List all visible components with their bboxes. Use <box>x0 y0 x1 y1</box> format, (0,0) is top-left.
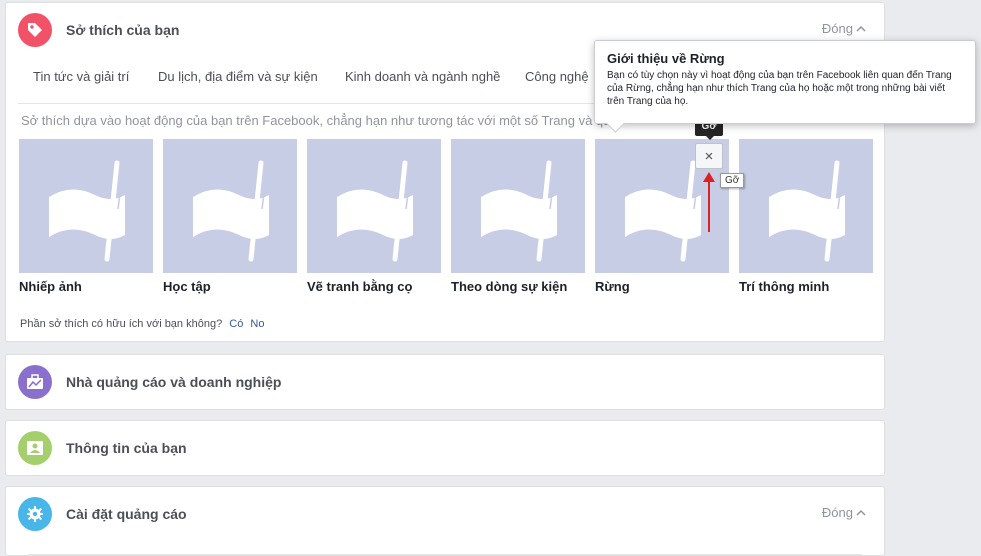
interest-tile[interactable]: Học tập <box>163 139 297 294</box>
interest-tile[interactable]: Theo dòng sự kiện <box>451 139 585 294</box>
flag-icon <box>451 139 585 273</box>
flag-icon <box>307 139 441 273</box>
advertisers-section[interactable]: Nhà quảng cáo và doanh nghiệp <box>5 354 885 410</box>
interest-tile[interactable]: Trí thông minh <box>739 139 873 294</box>
arrow-up-icon <box>703 172 715 232</box>
interests-header[interactable]: Sở thích của bạn <box>18 3 179 57</box>
advertisers-title: Nhà quảng cáo và doanh nghiệp <box>66 374 282 390</box>
remove-interest-button[interactable]: × <box>695 143 723 169</box>
feedback-no-link[interactable]: No <box>250 318 264 330</box>
your-info-section[interactable]: Thông tin của bạn <box>5 420 885 476</box>
interest-name[interactable]: Theo dòng sự kiện <box>451 279 585 294</box>
close-icon: × <box>704 147 714 165</box>
interest-tile[interactable]: Vẽ tranh bằng cọ <box>307 139 441 294</box>
your-info-header[interactable]: Thông tin của bạn <box>18 421 187 475</box>
interests-feedback: Phần sở thích có hữu ích với bạn không? … <box>20 318 264 330</box>
ad-settings-header[interactable]: Cài đặt quảng cáo <box>18 487 187 541</box>
interest-category-tabs: Tin tức và giải trí Du lịch, địa điểm và… <box>33 69 589 84</box>
interest-name[interactable]: Trí thông minh <box>739 279 873 294</box>
flag-icon <box>163 139 297 273</box>
profile-card-icon <box>18 431 52 465</box>
remove-hint-tooltip: Gỡ <box>720 173 745 188</box>
collapse-label: Đóng <box>821 505 853 520</box>
interest-info-popover: Giới thiệu về Rừng Bạn có tùy chọn này v… <box>594 40 976 124</box>
collapse-label: Đóng <box>821 21 853 36</box>
interests-title: Sở thích của bạn <box>66 22 180 38</box>
flag-icon <box>739 139 873 273</box>
chevron-up-icon <box>856 25 866 32</box>
interests-collapse-toggle[interactable]: Đóng <box>822 21 866 36</box>
ad-settings-section: Cài đặt quảng cáo Đóng <box>5 486 885 556</box>
interest-tile[interactable]: Nhiếp ảnh <box>19 139 153 294</box>
popover-body: Bạn có tùy chọn này vì hoạt động của bạn… <box>607 70 952 107</box>
ad-settings-collapse-toggle[interactable]: Đóng <box>822 505 866 520</box>
interest-name[interactable]: Rừng <box>595 279 729 294</box>
tab-travel-places-events[interactable]: Du lịch, địa điểm và sự kiện <box>158 69 345 84</box>
interest-name[interactable]: Vẽ tranh bằng cọ <box>307 279 441 294</box>
interests-description: Sở thích dựa vào hoạt động của bạn trên … <box>21 113 611 128</box>
popover-title: Giới thiệu về Rừng <box>607 51 725 66</box>
feedback-question: Phần sở thích có hữu ích với bạn không? <box>20 318 223 330</box>
tab-technology[interactable]: Công nghệ <box>525 69 589 84</box>
briefcase-icon <box>18 365 52 399</box>
gear-icon <box>18 497 52 531</box>
your-info-title: Thông tin của bạn <box>66 440 187 456</box>
tag-icon <box>18 13 52 47</box>
tab-news-entertainment[interactable]: Tin tức và giải trí <box>33 69 158 84</box>
advertisers-header[interactable]: Nhà quảng cáo và doanh nghiệp <box>18 355 281 409</box>
ad-settings-divider <box>28 554 862 555</box>
interest-name[interactable]: Nhiếp ảnh <box>19 279 153 294</box>
feedback-yes-link[interactable]: Có <box>229 318 243 330</box>
flag-icon <box>19 139 153 273</box>
ad-settings-title: Cài đặt quảng cáo <box>66 506 187 522</box>
tab-business-industry[interactable]: Kinh doanh và ngành nghề <box>345 69 525 84</box>
interest-name[interactable]: Học tập <box>163 279 297 294</box>
chevron-up-icon <box>856 509 866 516</box>
